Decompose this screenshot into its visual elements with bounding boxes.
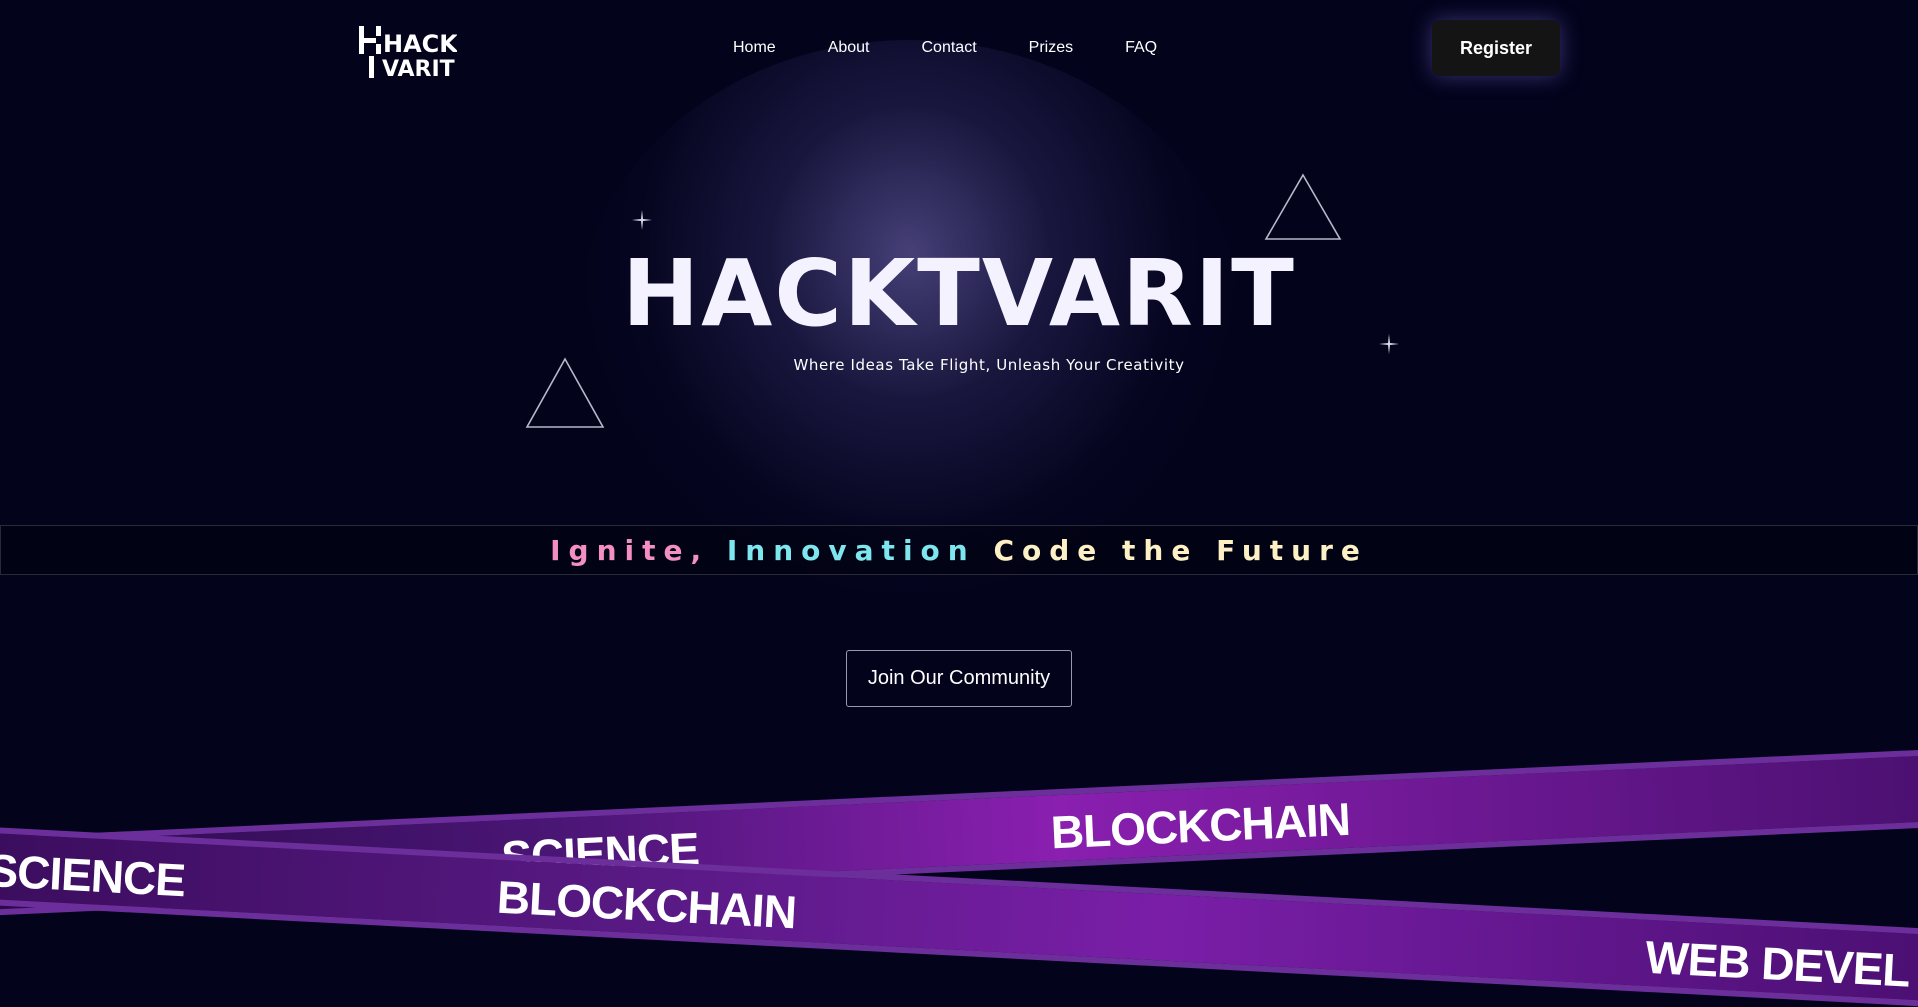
- triangle-icon: [1264, 173, 1342, 240]
- top-nav: HACK VARIT Home About Contact Prizes FAQ…: [0, 0, 1918, 95]
- hero-title: HACKTVARIT: [622, 240, 1296, 347]
- nav-link-about[interactable]: About: [828, 39, 870, 57]
- logo-line1: HACK: [383, 30, 457, 58]
- logo[interactable]: HACK VARIT: [357, 24, 457, 80]
- logo-line2: VARIT: [382, 57, 455, 80]
- ribbon-word: BLOCKCHAIN: [1049, 792, 1351, 859]
- register-button[interactable]: Register: [1432, 20, 1560, 76]
- ribbon-word: SCIENCE: [0, 843, 187, 907]
- tagline-band: Ignite, Innovation Code the Future: [0, 525, 1918, 575]
- hero-subtitle: Where Ideas Take Flight, Unleash Your Cr…: [793, 356, 1185, 374]
- ribbon-word: WEB DEVEL: [1644, 930, 1911, 997]
- tagline-code-future: Code the Future: [993, 533, 1368, 567]
- sparkle-icon: [632, 210, 652, 230]
- tagline-innovation: Innovation: [726, 533, 976, 567]
- nav-link-prizes[interactable]: Prizes: [1029, 39, 1073, 57]
- join-community-button[interactable]: Join Our Community: [846, 650, 1072, 707]
- tagline-ignite: Ignite,: [550, 533, 710, 567]
- logo-icon: HACK VARIT: [359, 26, 457, 80]
- nav-links: Home About Contact Prizes FAQ: [733, 38, 1157, 58]
- nav-link-contact[interactable]: Contact: [922, 39, 977, 57]
- tagline: Ignite, Innovation Code the Future: [550, 534, 1368, 567]
- nav-link-faq[interactable]: FAQ: [1125, 39, 1157, 57]
- nav-link-home[interactable]: Home: [733, 39, 776, 57]
- ribbon-word: BLOCKCHAIN: [495, 870, 798, 939]
